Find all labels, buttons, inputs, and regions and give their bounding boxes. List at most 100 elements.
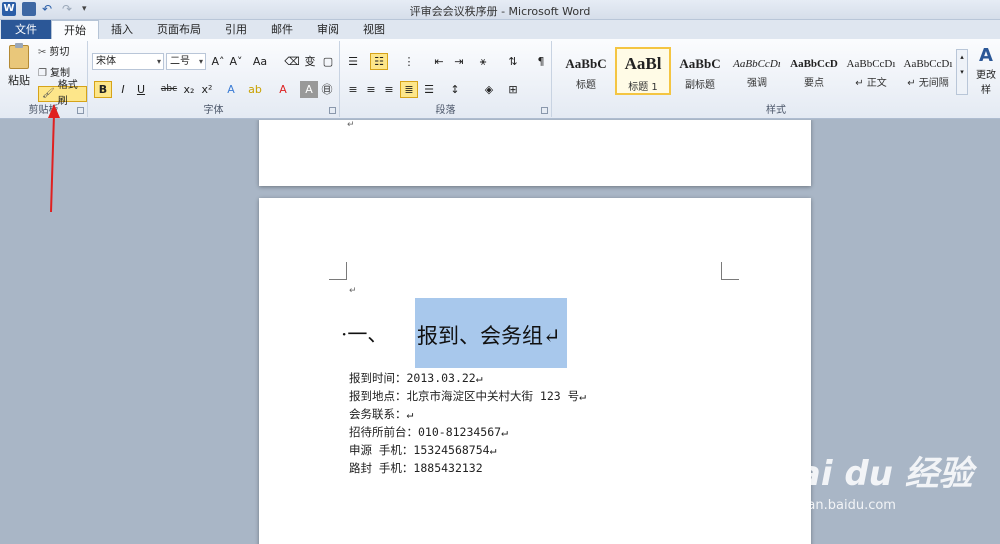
- tab-view[interactable]: 视图: [351, 20, 397, 39]
- tab-references[interactable]: 引用: [213, 20, 259, 39]
- font-launcher-icon[interactable]: [329, 107, 336, 114]
- copy-icon: ❐: [38, 68, 47, 79]
- subscript-button[interactable]: x₂: [180, 81, 198, 98]
- bold-button[interactable]: B: [94, 81, 112, 98]
- sort-icon[interactable]: ⇅: [504, 53, 522, 70]
- grow-font-button[interactable]: A˄: [209, 53, 227, 70]
- shading-icon[interactable]: ◈: [480, 81, 498, 98]
- change-styles-button[interactable]: A 更改样: [972, 45, 1000, 96]
- decrease-indent-icon[interactable]: ⇤: [430, 53, 448, 70]
- align-left-icon[interactable]: ≡: [344, 81, 362, 98]
- font-group-label: 字体: [203, 105, 224, 116]
- shrink-font-button[interactable]: A˅: [227, 53, 245, 70]
- chinese-layout-icon[interactable]: ⚹: [474, 53, 492, 70]
- phonetic-guide-icon[interactable]: 变: [301, 53, 319, 70]
- body-line[interactable]: 报到地点：北京市海淀区中关村大街 123 号↵: [349, 388, 586, 404]
- window-title: 评审会会议秩序册 - Microsoft Word: [409, 5, 591, 18]
- tab-home[interactable]: 开始: [51, 20, 99, 39]
- chevron-down-icon: ▾: [198, 57, 203, 66]
- style-title[interactable]: AaBbC 标题: [558, 47, 614, 95]
- margin-corner-top-left: [329, 262, 347, 280]
- style-name: 标题 1: [628, 82, 658, 93]
- justify-icon[interactable]: ≣: [400, 81, 418, 98]
- style-normal[interactable]: AaBbCcDı ↵ 正文: [843, 47, 899, 95]
- styles-group-label: 样式: [766, 105, 786, 116]
- superscript-button[interactable]: x²: [198, 81, 216, 98]
- style-sample: AaBbCcDı: [846, 58, 896, 70]
- tab-insert[interactable]: 插入: [99, 20, 145, 39]
- baidu-watermark: Bai du 经验 jingyan.baidu.com: [772, 446, 998, 544]
- clipboard-launcher-icon[interactable]: [77, 107, 84, 114]
- current-page[interactable]: ↵ ·一、 报到、会务组↵ 报到时间：2013.03.22↵ 报到地点：北京市海…: [259, 198, 811, 544]
- line-spacing-icon[interactable]: ↕: [446, 81, 464, 98]
- borders-icon[interactable]: ⊞: [504, 81, 522, 98]
- text-effects-icon[interactable]: A: [222, 81, 240, 98]
- style-sample: AaBl: [624, 54, 662, 73]
- paragraph-group: ☰ ☷ ⋮ ⇤ ⇥ ⚹ ⇅ ¶ ≡ ≡ ≡ ≣ ☰ ↕ ◈ ⊞ 段落: [340, 41, 552, 117]
- style-subtitle[interactable]: AaBbC 副标题: [672, 47, 728, 95]
- chevron-down-icon: ▾: [156, 57, 161, 66]
- increase-indent-icon[interactable]: ⇥: [450, 53, 468, 70]
- format-painter-button[interactable]: 🖌 格式刷: [38, 80, 87, 107]
- heading-text[interactable]: 报到、会务组↵: [417, 320, 561, 350]
- style-heading-1[interactable]: AaBl 标题 1: [615, 47, 671, 95]
- align-right-icon[interactable]: ≡: [380, 81, 398, 98]
- paste-icon: [9, 43, 29, 69]
- styles-group: AaBbC 标题 AaBl 标题 1 AaBbC 副标题 AaBbCcDı 强调…: [552, 41, 1000, 117]
- body-line[interactable]: 申源 手机：15324568754↵: [349, 442, 497, 458]
- style-sample: AaBbCcDı: [733, 58, 781, 70]
- change-case-button[interactable]: Aa: [251, 53, 269, 70]
- change-styles-icon: A: [979, 45, 993, 66]
- font-size-combo[interactable]: 二号 ▾: [166, 53, 206, 70]
- font-group: 宋体 ▾ 二号 ▾ A˄ A˅ Aa ⌫ 变 ▢ B I U abc x₂ x²…: [88, 41, 340, 117]
- paste-button[interactable]: 粘贴: [6, 43, 32, 95]
- body-line[interactable]: 报到时间：2013.03.22↵: [349, 370, 483, 386]
- title-bar: W ↶ ↷ ▾ 评审会会议秩序册 - Microsoft Word: [0, 0, 1000, 20]
- distributed-icon[interactable]: ☰: [420, 81, 438, 98]
- paste-label: 粘贴: [8, 74, 30, 87]
- previous-page[interactable]: ↵: [259, 120, 811, 186]
- clear-formatting-icon[interactable]: ⌫: [283, 53, 301, 70]
- ribbon-tabs: 文件 开始 插入 页面布局 引用 邮件 审阅 视图: [0, 20, 1000, 39]
- tab-mailings[interactable]: 邮件: [259, 20, 305, 39]
- style-name: ↵ 正文: [855, 78, 887, 89]
- show-formatting-icon[interactable]: ¶: [532, 53, 550, 70]
- watermark-url: jingyan.baidu.com: [776, 498, 896, 513]
- paragraph-launcher-icon[interactable]: [541, 107, 548, 114]
- cut-button[interactable]: ✂ 剪切: [38, 45, 69, 61]
- enclose-characters-icon[interactable]: ㊐: [318, 81, 336, 98]
- gallery-scroll-control[interactable]: ▴ ▾: [956, 49, 968, 95]
- style-emphasis[interactable]: AaBbCcDı 强调: [729, 47, 785, 95]
- watermark-title: Bai du 经验: [772, 454, 973, 494]
- body-line[interactable]: 会务联系：↵: [349, 406, 413, 422]
- numbering-icon[interactable]: ☷: [370, 53, 388, 70]
- italic-button[interactable]: I: [114, 81, 132, 98]
- highlight-color-icon[interactable]: ab: [246, 81, 264, 98]
- heading-number: ·一、: [341, 322, 388, 346]
- font-name-combo[interactable]: 宋体 ▾: [92, 53, 164, 70]
- tab-page-layout[interactable]: 页面布局: [145, 20, 213, 39]
- bullets-icon[interactable]: ☰: [344, 53, 362, 70]
- body-line[interactable]: 招待所前台：010-81234567↵: [349, 424, 508, 440]
- style-no-spacing[interactable]: AaBbCcDı ↵ 无间隔: [900, 47, 956, 95]
- paintbrush-icon: 🖌: [42, 88, 55, 99]
- body-line[interactable]: 路封 手机：1885432132: [349, 460, 483, 476]
- tab-file[interactable]: 文件: [1, 20, 51, 39]
- paragraph-group-label: 段落: [435, 105, 456, 116]
- style-sample: AaBbC: [679, 56, 721, 71]
- character-shading-icon[interactable]: A: [300, 81, 318, 98]
- underline-button[interactable]: U: [132, 81, 150, 98]
- change-styles-label: 更改样: [976, 70, 996, 96]
- style-name: 标题: [576, 80, 596, 91]
- multilevel-list-icon[interactable]: ⋮: [400, 53, 418, 70]
- align-center-icon[interactable]: ≡: [362, 81, 380, 98]
- character-border-icon[interactable]: ▢: [319, 53, 337, 70]
- style-strong[interactable]: AaBbCcD 要点: [786, 47, 842, 95]
- font-size-value: 二号: [170, 56, 190, 67]
- ribbon: 粘贴 ✂ 剪切 ❐ 复制 🖌 格式刷 剪贴板 宋体 ▾ 二号 ▾ A˄ A˅ A…: [0, 39, 1000, 119]
- strikethrough-button[interactable]: abc: [160, 81, 178, 98]
- tab-review[interactable]: 审阅: [305, 20, 351, 39]
- font-color-icon[interactable]: A: [274, 81, 292, 98]
- style-sample: AaBbC: [565, 56, 607, 71]
- style-name: 强调: [747, 78, 767, 89]
